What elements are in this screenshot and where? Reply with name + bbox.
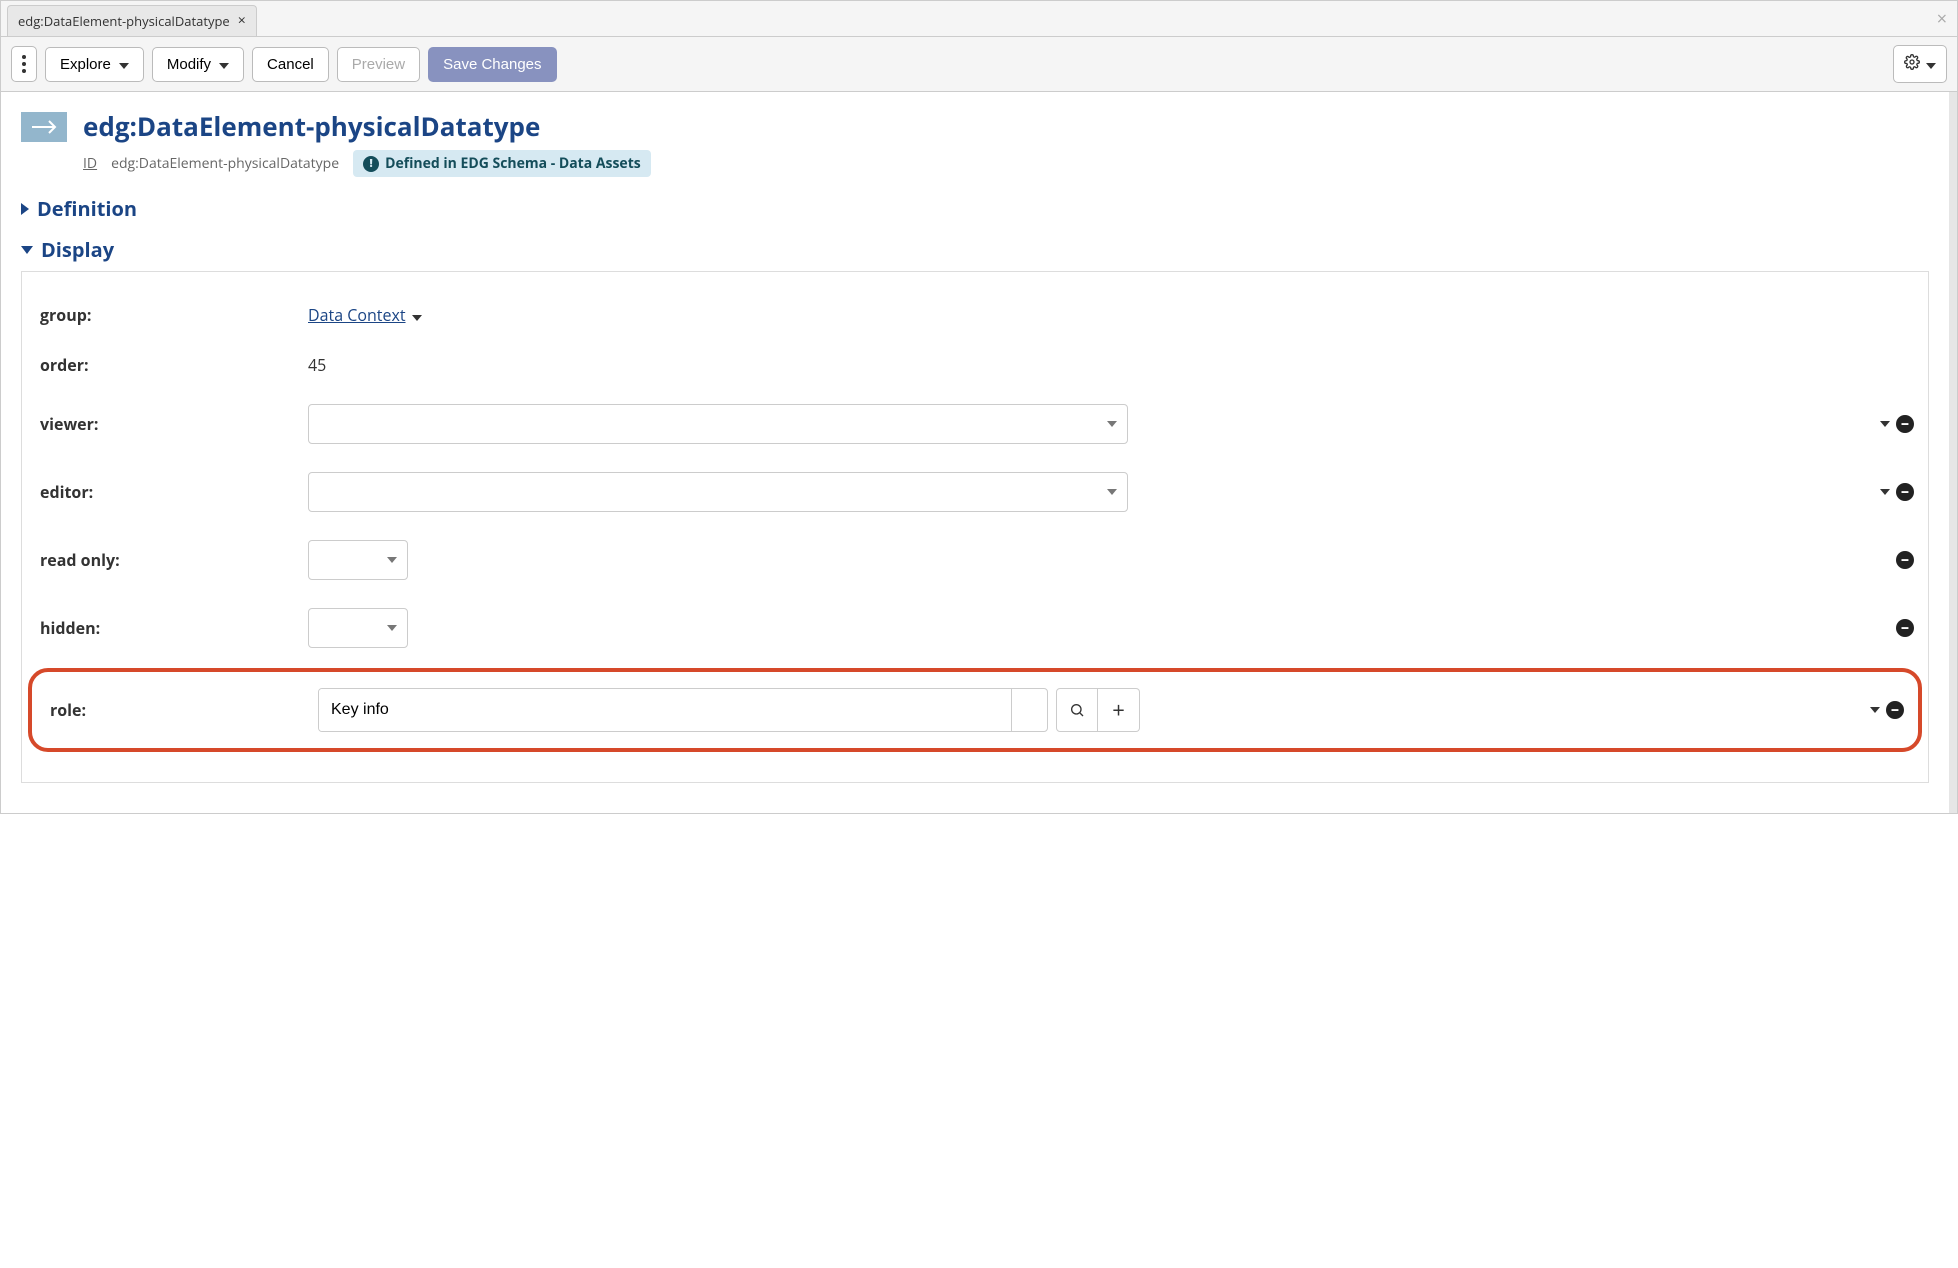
remove-icon[interactable]: −: [1896, 619, 1914, 637]
section-definition[interactable]: Definition: [21, 195, 1929, 222]
settings-button[interactable]: [1893, 45, 1947, 83]
preview-label: Preview: [352, 56, 405, 73]
display-form: group: Data Context order: 45 viewer:: [21, 271, 1929, 783]
page-title: edg:DataElement-physicalDatatype: [83, 108, 651, 144]
property-type-icon: [21, 112, 67, 142]
role-search-button[interactable]: [1056, 688, 1098, 732]
remove-icon[interactable]: −: [1896, 415, 1914, 433]
label-editor: editor:: [36, 481, 296, 503]
content-area: edg:DataElement-physicalDatatype ID edg:…: [1, 92, 1957, 813]
page-header: edg:DataElement-physicalDatatype ID edg:…: [21, 108, 1929, 177]
explore-button[interactable]: Explore: [45, 47, 144, 82]
row-viewer: viewer: −: [36, 390, 1914, 458]
remove-icon[interactable]: −: [1896, 483, 1914, 501]
remove-icon[interactable]: −: [1886, 701, 1904, 719]
editor-select[interactable]: [308, 472, 1128, 512]
save-changes-button[interactable]: Save Changes: [428, 47, 556, 82]
role-buttons: +: [1056, 688, 1140, 732]
row-menu-icon[interactable]: [1880, 421, 1890, 427]
badge-text: Defined in EDG Schema - Data Assets: [385, 154, 641, 173]
label-read-only: read only:: [36, 549, 296, 571]
expand-icon: [21, 203, 29, 215]
group-value-link[interactable]: Data Context: [308, 304, 422, 326]
label-role: role:: [46, 699, 306, 721]
id-label: ID: [83, 154, 97, 173]
modify-label: Modify: [167, 56, 211, 73]
window-close-icon[interactable]: ×: [1937, 7, 1947, 31]
viewer-select[interactable]: [308, 404, 1128, 444]
collapse-icon: [21, 246, 33, 254]
label-hidden: hidden:: [36, 617, 296, 639]
label-order: order:: [36, 354, 296, 376]
row-hidden: hidden: −: [36, 594, 1914, 662]
editor-tab[interactable]: edg:DataElement-physicalDatatype ×: [7, 5, 257, 36]
caret-down-icon: [217, 56, 229, 73]
close-icon[interactable]: ×: [238, 14, 246, 28]
definition-badge[interactable]: ! Defined in EDG Schema - Data Assets: [353, 150, 651, 177]
role-dropdown-toggle[interactable]: [1011, 689, 1047, 731]
modify-button[interactable]: Modify: [152, 47, 244, 82]
role-input-wrap: [318, 688, 1048, 732]
save-label: Save Changes: [443, 56, 541, 73]
row-order: order: 45: [36, 340, 1914, 390]
highlighted-role-row: role: +: [28, 668, 1922, 752]
kebab-icon: [22, 55, 26, 73]
role-add-button[interactable]: +: [1098, 688, 1140, 732]
chevron-down-icon: [1107, 421, 1117, 427]
caret-down-icon: [412, 304, 422, 326]
toolbar: Explore Modify Cancel Preview Save Chang…: [1, 37, 1957, 92]
tab-bar: edg:DataElement-physicalDatatype × ×: [1, 1, 1957, 37]
remove-icon[interactable]: −: [1896, 551, 1914, 569]
row-group: group: Data Context: [36, 290, 1914, 340]
caret-down-icon: [1924, 56, 1936, 73]
hidden-select[interactable]: [308, 608, 408, 648]
more-actions-button[interactable]: [11, 46, 37, 82]
explore-label: Explore: [60, 56, 111, 73]
chevron-down-icon: [1107, 489, 1117, 495]
chevron-down-icon: [387, 557, 397, 563]
row-read-only: read only: −: [36, 526, 1914, 594]
info-icon: !: [363, 156, 379, 172]
gear-icon: [1904, 54, 1920, 74]
cancel-button[interactable]: Cancel: [252, 47, 329, 82]
plus-icon: +: [1112, 695, 1125, 725]
section-display[interactable]: Display: [21, 236, 1929, 263]
order-value: 45: [308, 354, 326, 376]
group-value-text: Data Context: [308, 304, 406, 326]
window: edg:DataElement-physicalDatatype × × Exp…: [0, 0, 1958, 814]
caret-down-icon: [117, 56, 129, 73]
read-only-select[interactable]: [308, 540, 408, 580]
label-group: group:: [36, 304, 296, 326]
label-viewer: viewer:: [36, 413, 296, 435]
row-menu-icon[interactable]: [1880, 489, 1890, 495]
section-definition-label: Definition: [37, 195, 137, 222]
row-role: role: +: [46, 682, 1904, 738]
id-value: edg:DataElement-physicalDatatype: [111, 154, 339, 173]
cancel-label: Cancel: [267, 56, 314, 73]
search-icon: [1069, 702, 1085, 718]
tab-title: edg:DataElement-physicalDatatype: [18, 12, 230, 30]
preview-button[interactable]: Preview: [337, 47, 420, 82]
row-menu-icon[interactable]: [1870, 707, 1880, 713]
chevron-down-icon: [387, 625, 397, 631]
row-editor: editor: −: [36, 458, 1914, 526]
section-display-label: Display: [41, 236, 114, 263]
role-input[interactable]: [319, 689, 1011, 731]
